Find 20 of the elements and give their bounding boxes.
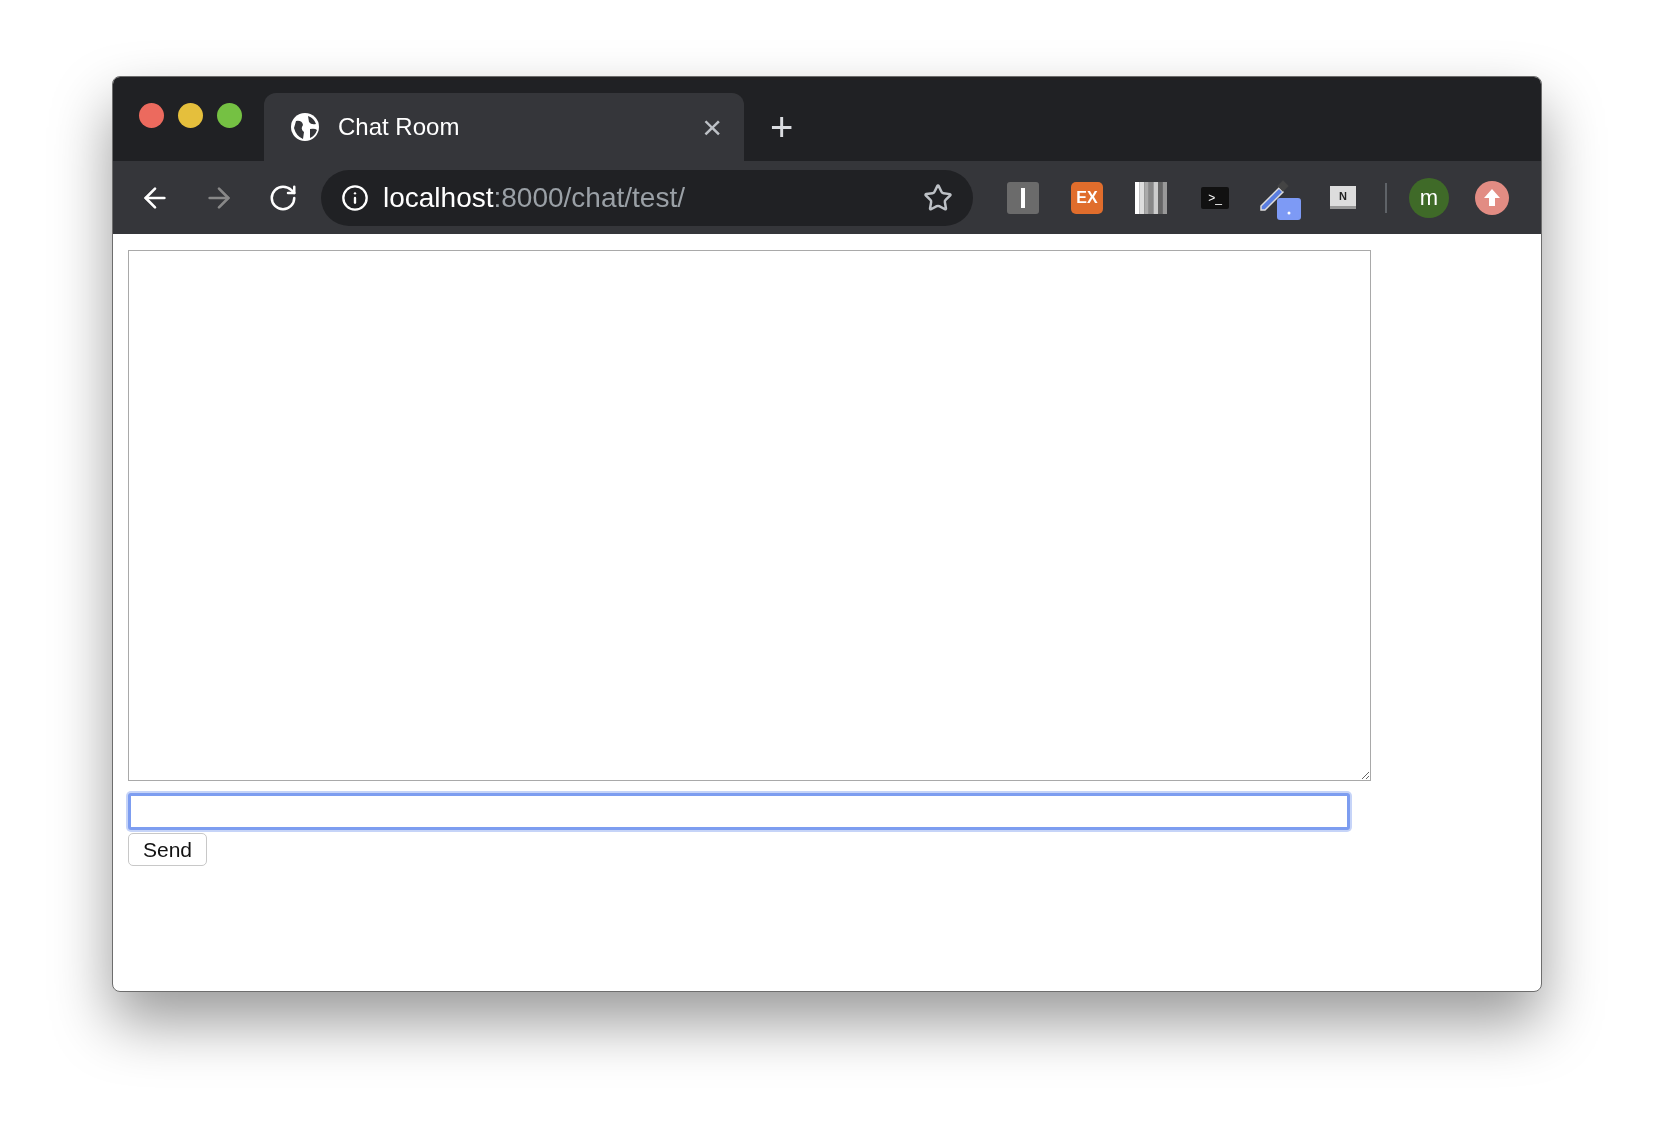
star-icon[interactable]	[923, 182, 953, 213]
browser-tab[interactable]: Chat Room ×	[264, 93, 744, 161]
extension-icon[interactable]: N	[1330, 186, 1356, 209]
window-control[interactable]	[178, 102, 203, 128]
send-button[interactable]: Send	[128, 833, 208, 866]
extension-icon[interactable]: >_	[1201, 186, 1229, 209]
tab-title: Chat Room	[338, 113, 461, 141]
message-input[interactable]	[128, 793, 1350, 830]
new-tab-button[interactable]: +	[770, 107, 794, 147]
url-text: localhost:8000/chat/test/	[383, 181, 686, 214]
globe-icon	[290, 112, 320, 142]
profile-avatar[interactable]: m	[1409, 177, 1449, 218]
info-icon[interactable]	[341, 183, 369, 212]
stripes-icon[interactable]	[1135, 181, 1167, 214]
window-control[interactable]	[217, 102, 242, 128]
window-control[interactable]	[139, 102, 164, 128]
bar-icon[interactable]	[1007, 181, 1039, 214]
address-bar[interactable]: localhost:8000/chat/test/	[321, 169, 973, 226]
upload-icon[interactable]	[1475, 180, 1509, 215]
close-tab-button[interactable]: ×	[702, 110, 722, 144]
